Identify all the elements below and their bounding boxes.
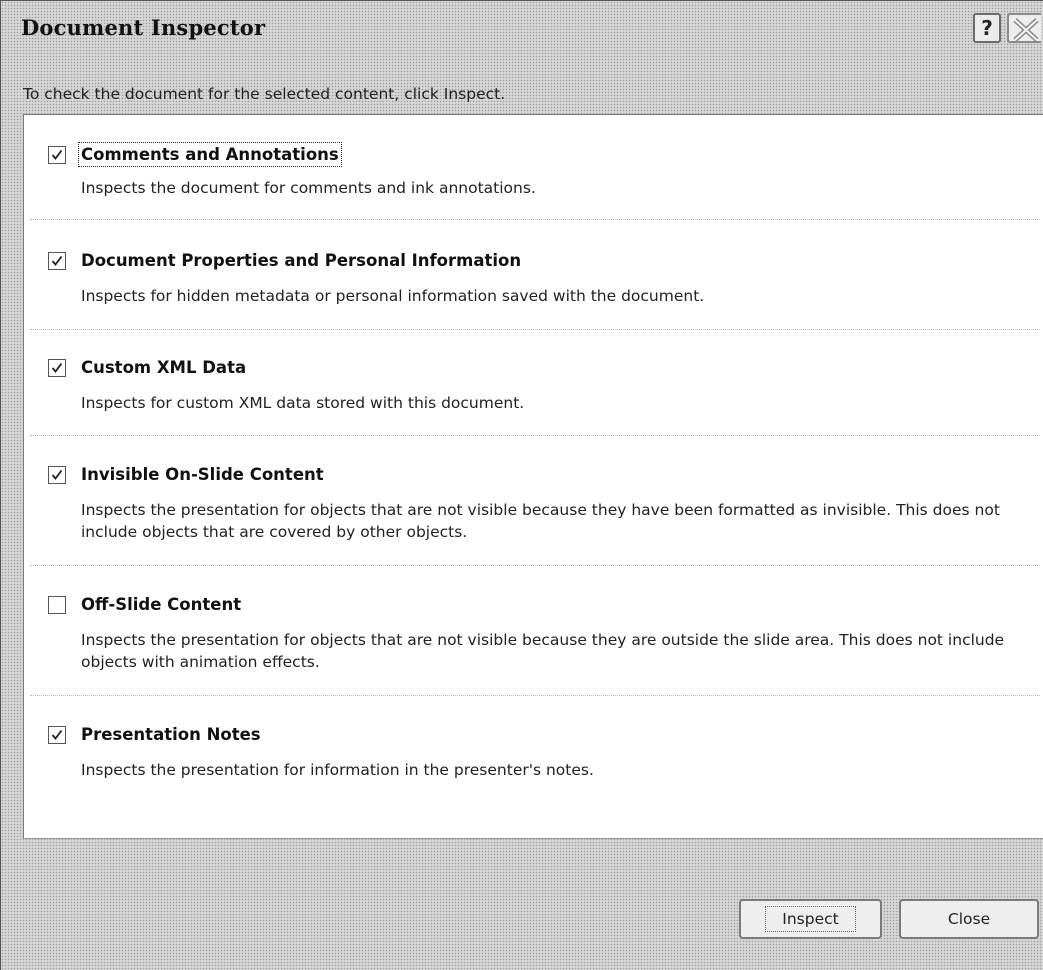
divider — [30, 329, 1040, 330]
invisible-on-slide-content-description: Inspects the presentation for objects th… — [81, 501, 1000, 541]
document-properties-checkbox[interactable] — [48, 252, 66, 270]
invisible-on-slide-content-title[interactable]: Invisible On-Slide Content — [81, 465, 324, 484]
document-inspector-dialog: Document Inspector ? To check the docume… — [0, 0, 1043, 970]
presentation-notes-title[interactable]: Presentation Notes — [81, 725, 261, 744]
custom-xml-data-checkbox[interactable] — [48, 359, 66, 377]
off-slide-content-description: Inspects the presentation for objects th… — [81, 631, 1005, 671]
close-button[interactable]: Close — [899, 899, 1039, 939]
checkmark-icon — [51, 729, 63, 740]
close-icon — [1013, 18, 1039, 41]
instruction-text: To check the document for the selected c… — [23, 85, 506, 103]
custom-xml-data-description: Inspects for custom XML data stored with… — [81, 394, 525, 412]
checkmark-icon — [51, 362, 63, 373]
title-bar: Document Inspector ? — [1, 1, 1043, 55]
comments-annotations-description: Inspects the document for comments and i… — [81, 179, 536, 197]
divider — [30, 435, 1040, 436]
close-button-label: Close — [947, 910, 991, 928]
window-title: Document Inspector — [21, 15, 266, 40]
inspection-options-panel: Comments and Annotations Inspects the do… — [23, 114, 1043, 839]
comments-annotations-title[interactable]: Comments and Annotations — [78, 142, 342, 167]
checkmark-icon — [51, 469, 63, 480]
custom-xml-data-title[interactable]: Custom XML Data — [81, 358, 246, 377]
divider — [30, 695, 1040, 696]
document-properties-title[interactable]: Document Properties and Personal Informa… — [81, 251, 521, 270]
checkmark-icon — [51, 149, 63, 160]
document-properties-description: Inspects for hidden metadata or personal… — [81, 287, 705, 305]
inspect-button[interactable]: Inspect — [739, 899, 882, 939]
divider — [30, 219, 1040, 220]
off-slide-content-title[interactable]: Off-Slide Content — [81, 595, 241, 614]
help-button[interactable]: ? — [973, 13, 1001, 43]
checkmark-icon — [51, 255, 63, 266]
inspect-button-label: Inspect — [765, 906, 856, 932]
presentation-notes-description: Inspects the presentation for informatio… — [81, 761, 594, 779]
divider — [30, 565, 1040, 566]
invisible-on-slide-content-checkbox[interactable] — [48, 466, 66, 484]
off-slide-content-checkbox[interactable] — [48, 596, 66, 614]
presentation-notes-checkbox[interactable] — [48, 726, 66, 744]
comments-annotations-checkbox[interactable] — [48, 146, 66, 164]
close-window-button[interactable] — [1007, 13, 1041, 43]
